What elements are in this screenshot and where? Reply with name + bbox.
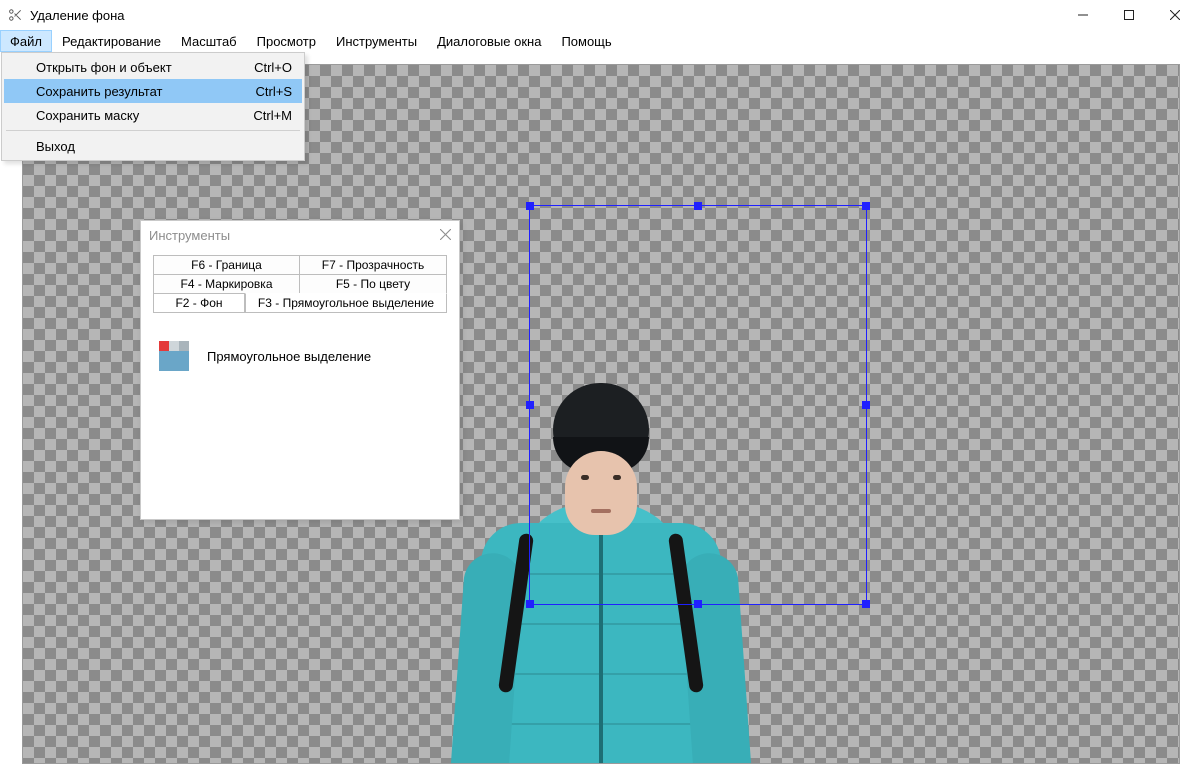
tools-panel-title: Инструменты (149, 228, 230, 243)
tools-panel-body: Прямоугольное выделение (141, 313, 459, 399)
menu-help-label: Помощь (561, 34, 611, 49)
menu-edit-label: Редактирование (62, 34, 161, 49)
file-menu-save-result[interactable]: Сохранить результат Ctrl+S (4, 79, 302, 103)
window-title: Удаление фона (30, 8, 125, 23)
menu-help[interactable]: Помощь (551, 30, 621, 52)
rect-select-icon (159, 341, 189, 371)
active-tool-label: Прямоугольное выделение (207, 349, 371, 364)
tab-background[interactable]: F2 - Фон (153, 293, 245, 313)
close-button[interactable] (1152, 0, 1198, 30)
file-menu-save-mask[interactable]: Сохранить маску Ctrl+M (4, 103, 302, 127)
file-menu-save-result-label: Сохранить результат (36, 84, 162, 99)
scissors-icon (8, 7, 24, 23)
title-bar: Удаление фона (0, 0, 1200, 30)
file-menu-exit[interactable]: Выход (4, 134, 302, 158)
menu-view[interactable]: Просмотр (247, 30, 326, 52)
menu-dialogs-label: Диалоговые окна (437, 34, 541, 49)
menu-tools[interactable]: Инструменты (326, 30, 427, 52)
menu-zoom[interactable]: Масштаб (171, 30, 247, 52)
file-menu-open-label: Открыть фон и объект (36, 60, 172, 75)
selection-handle-se[interactable] (862, 600, 870, 608)
tools-panel-titlebar[interactable]: Инструменты (141, 221, 459, 249)
maximize-button[interactable] (1106, 0, 1152, 30)
file-menu-separator (6, 130, 300, 131)
file-menu-exit-label: Выход (36, 139, 75, 154)
menu-dialogs[interactable]: Диалоговые окна (427, 30, 551, 52)
file-menu-open-shortcut: Ctrl+O (254, 60, 292, 75)
tab-transparency[interactable]: F7 - Прозрачность (300, 255, 447, 274)
tools-panel-close-icon[interactable] (440, 228, 451, 243)
menu-file-label: Файл (10, 34, 42, 49)
menu-bar: Файл Редактирование Масштаб Просмотр Инс… (0, 30, 1200, 52)
selection-handle-nw[interactable] (526, 202, 534, 210)
menu-view-label: Просмотр (257, 34, 316, 49)
tools-panel-tabs: F6 - Граница F7 - Прозрачность F4 - Марк… (141, 249, 459, 313)
menu-file[interactable]: Файл (0, 30, 52, 52)
selection-handle-s[interactable] (694, 600, 702, 608)
file-menu-open[interactable]: Открыть фон и объект Ctrl+O (4, 55, 302, 79)
menu-tools-label: Инструменты (336, 34, 417, 49)
file-menu-save-result-shortcut: Ctrl+S (256, 84, 292, 99)
selection-handle-sw[interactable] (526, 600, 534, 608)
menu-edit[interactable]: Редактирование (52, 30, 171, 52)
selection-rectangle[interactable] (529, 205, 867, 605)
tab-rect-select[interactable]: F3 - Прямоугольное выделение (245, 293, 447, 313)
file-menu-save-mask-shortcut: Ctrl+M (253, 108, 292, 123)
minimize-button[interactable] (1060, 0, 1106, 30)
file-menu-save-mask-label: Сохранить маску (36, 108, 139, 123)
tab-border[interactable]: F6 - Граница (153, 255, 300, 274)
selection-handle-w[interactable] (526, 401, 534, 409)
selection-handle-n[interactable] (694, 202, 702, 210)
tab-bycolor[interactable]: F5 - По цвету (300, 274, 447, 293)
tab-marking[interactable]: F4 - Маркировка (153, 274, 300, 293)
file-menu-dropdown: Открыть фон и объект Ctrl+O Сохранить ре… (1, 52, 305, 161)
menu-zoom-label: Масштаб (181, 34, 237, 49)
tools-panel[interactable]: Инструменты F6 - Граница F7 - Прозрачнос… (140, 220, 460, 520)
selection-handle-ne[interactable] (862, 202, 870, 210)
selection-handle-e[interactable] (862, 401, 870, 409)
